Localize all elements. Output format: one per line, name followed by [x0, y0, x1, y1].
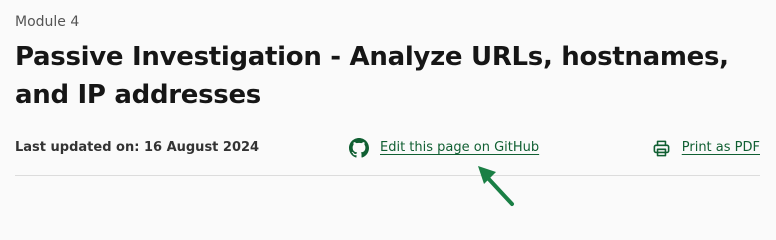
module-label: Module 4	[15, 14, 80, 30]
print-as-pdf-label: Print as PDF	[681, 140, 760, 155]
print-as-pdf-link[interactable]: Print as PDF	[652, 137, 760, 159]
arrow-icon	[478, 166, 514, 206]
page: Module 4 Passive Investigation - Analyze…	[0, 0, 776, 210]
divider	[15, 175, 760, 176]
github-icon	[349, 138, 369, 158]
edit-on-github-link[interactable]: Edit this page on GitHub	[349, 137, 539, 159]
printer-icon	[653, 140, 670, 156]
last-updated-text: Last updated on: 16 August 2024	[15, 140, 260, 155]
page-title: Passive Investigation - Analyze URLs, ho…	[15, 42, 729, 110]
page-meta-bar: Last updated on: 16 August 2024 Edit thi…	[15, 137, 760, 159]
edit-on-github-label: Edit this page on GitHub	[380, 140, 540, 155]
